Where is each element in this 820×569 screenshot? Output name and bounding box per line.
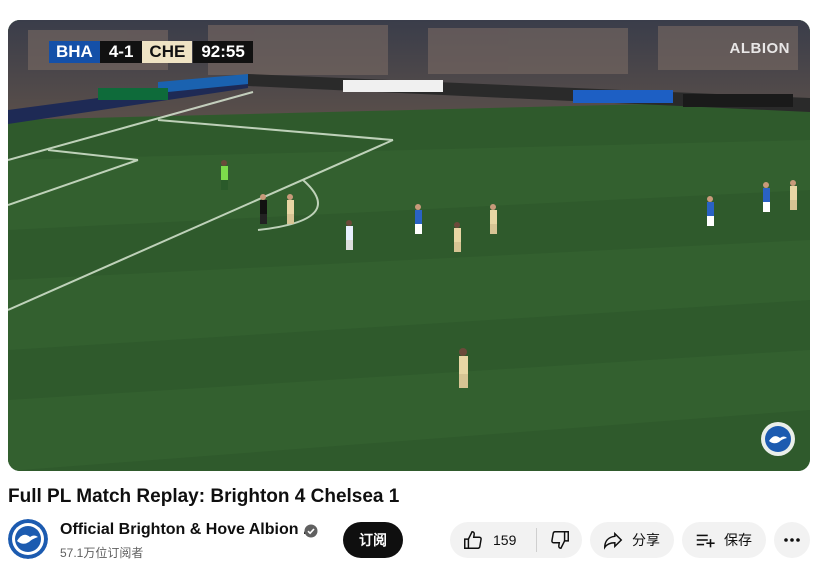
home-team: BHA bbox=[49, 41, 100, 63]
like-button[interactable]: 159 bbox=[450, 522, 536, 558]
match-clock: 92:55 bbox=[193, 41, 253, 63]
save-button[interactable]: 保存 bbox=[682, 522, 766, 558]
channel-avatar[interactable] bbox=[8, 519, 48, 559]
save-label: 保存 bbox=[724, 533, 752, 549]
playlist-add-icon bbox=[694, 529, 716, 551]
thumbs-down-icon bbox=[549, 529, 571, 551]
share-arrow-icon bbox=[602, 529, 624, 551]
like-dislike-group: 159 bbox=[450, 522, 582, 558]
channel-name-link[interactable]: Official Brighton & Hove Albion ... bbox=[60, 521, 316, 539]
scoreboard-overlay: BHA 4-1 CHE 92:55 bbox=[49, 41, 253, 63]
broadcaster-watermark: ALBION bbox=[729, 40, 790, 57]
video-title: Full PL Match Replay: Brighton 4 Chelsea… bbox=[8, 486, 400, 507]
verified-check-icon bbox=[304, 524, 318, 538]
match-score: 4-1 bbox=[99, 41, 143, 63]
dislike-button[interactable] bbox=[537, 522, 582, 558]
youtube-watch-page: BHA 4-1 CHE 92:55 ALBION Full PL Match R… bbox=[0, 0, 820, 569]
share-button[interactable]: 分享 bbox=[590, 522, 674, 558]
like-count: 159 bbox=[493, 532, 517, 548]
more-horizontal-icon bbox=[782, 530, 802, 550]
video-player[interactable]: BHA 4-1 CHE 92:55 ALBION bbox=[8, 20, 810, 471]
thumbs-up-icon bbox=[462, 529, 484, 551]
more-actions-button[interactable] bbox=[774, 522, 810, 558]
subscriber-count: 57.1万位订阅者 bbox=[60, 546, 144, 560]
share-label: 分享 bbox=[632, 533, 660, 549]
away-team: CHE bbox=[142, 41, 193, 63]
club-crest-watermark-icon bbox=[760, 421, 796, 457]
subscribe-button[interactable]: 订阅 bbox=[343, 522, 403, 558]
video-frame bbox=[8, 20, 810, 471]
brighton-crest-icon bbox=[8, 519, 48, 559]
